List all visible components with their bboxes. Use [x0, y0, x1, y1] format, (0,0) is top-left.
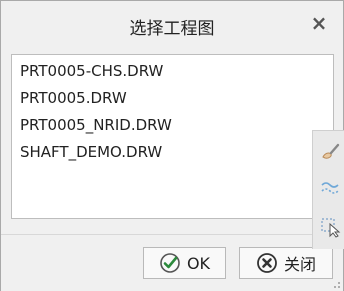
checkmark-circle-icon [160, 253, 180, 273]
x-circle-icon [257, 253, 277, 273]
dialog-titlebar[interactable]: 选择工程图 × [1, 1, 343, 49]
select-cursor-icon[interactable] [319, 215, 343, 239]
close-button-label: 关闭 [283, 255, 316, 274]
close-icon[interactable]: × [309, 11, 329, 35]
list-item[interactable]: PRT0005.DRW [12, 85, 333, 112]
resize-grip-icon[interactable] [331, 279, 341, 289]
list-item[interactable]: PRT0005-CHS.DRW [12, 58, 333, 85]
dialog-footer: OK 关闭 [1, 234, 343, 291]
close-button[interactable]: 关闭 [239, 247, 333, 279]
ok-button[interactable]: OK [143, 247, 226, 279]
wave-curve-icon[interactable] [319, 177, 343, 201]
select-drawing-dialog: 选择工程图 × PRT0005-CHS.DRW PRT0005.DRW PRT0… [0, 0, 344, 291]
ok-button-label: OK [186, 253, 211, 273]
list-item[interactable]: SHAFT_DEMO.DRW [12, 139, 333, 166]
list-item[interactable]: PRT0005_NRID.DRW [12, 112, 333, 139]
paint-brush-icon[interactable] [319, 139, 343, 163]
dialog-title: 选择工程图 [129, 19, 215, 39]
drawing-listbox[interactable]: PRT0005-CHS.DRW PRT0005.DRW PRT0005_NRID… [11, 54, 334, 219]
background-toolbar [312, 130, 344, 249]
